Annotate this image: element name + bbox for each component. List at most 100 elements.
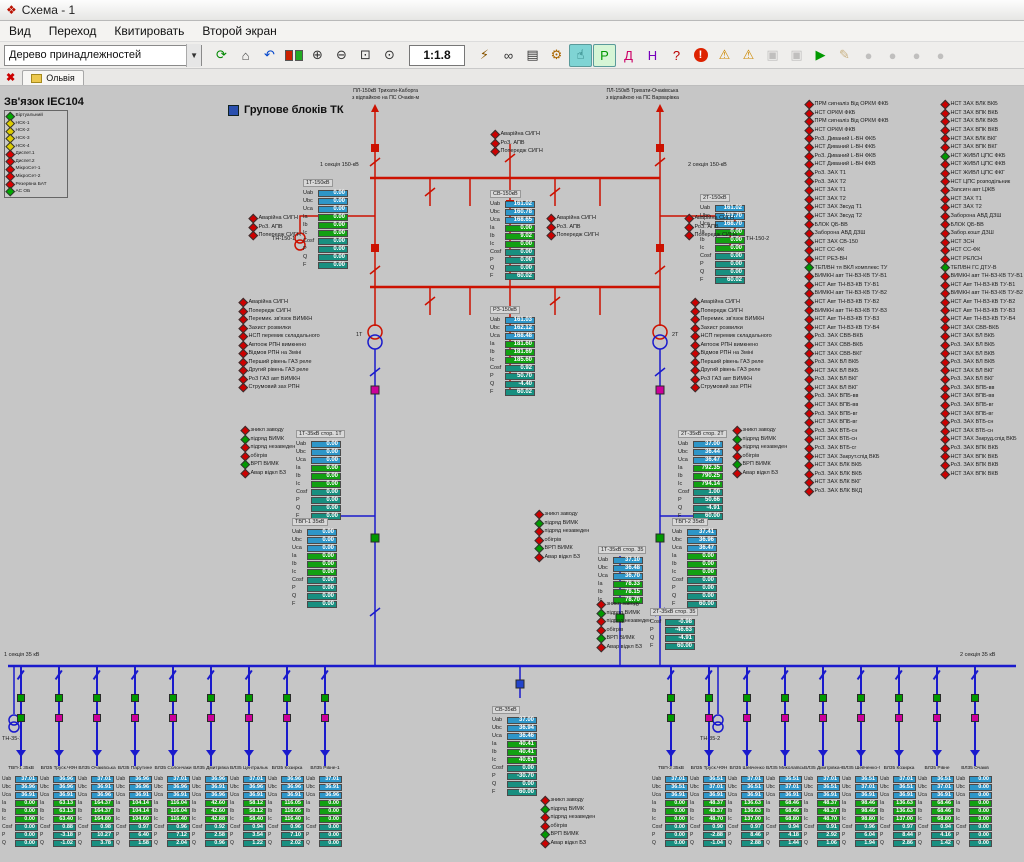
measurement-row: Uca36.91 xyxy=(116,791,154,799)
legend-item-label: Резервна БАТ xyxy=(16,182,47,187)
breaker-square[interactable] xyxy=(131,714,139,722)
breaker-square[interactable] xyxy=(169,694,177,702)
breaker-square[interactable] xyxy=(245,714,253,722)
zoom-in-icon[interactable]: ⊕ xyxy=(306,44,329,67)
breaker-square[interactable] xyxy=(667,714,675,722)
breaker-square[interactable] xyxy=(93,714,101,722)
zoom-out-icon[interactable]: ⊖ xyxy=(330,44,353,67)
breaker-square[interactable] xyxy=(857,714,865,722)
breaker-square[interactable] xyxy=(93,694,101,702)
alarm-item-label: підряд незаведен xyxy=(545,528,590,534)
help-icon[interactable]: ? xyxy=(665,44,688,67)
zoom-window-icon[interactable]: ⊙ xyxy=(378,44,401,67)
tree-selector[interactable]: Дерево принадлежностей ▼ xyxy=(4,45,202,66)
mute-d-icon: ● xyxy=(929,44,952,67)
breaker-square[interactable] xyxy=(55,714,63,722)
menu-vtoroy-ekran[interactable]: Второй экран xyxy=(193,22,285,40)
tab-olvia[interactable]: Ольвія xyxy=(22,70,84,85)
pan-hand-icon[interactable]: ☝ xyxy=(569,44,592,67)
close-schema-button[interactable]: ✖ xyxy=(4,73,17,85)
breaker-square[interactable] xyxy=(17,714,25,722)
measurement-value: 36.96 xyxy=(281,776,304,783)
measurement-value: -0.98 xyxy=(665,619,695,626)
equipment-label: 1Т-150кВ xyxy=(303,179,333,187)
chevron-down-icon[interactable]: ▼ xyxy=(186,44,201,67)
status-item: НСТ Диваний L-ВН ФКБ xyxy=(806,143,889,152)
measurement-key: P xyxy=(268,832,281,838)
breaker-square[interactable] xyxy=(971,714,979,722)
measurement-row: Uab161.03 xyxy=(490,316,535,324)
feeder-name: ВЛ35 Козирка xyxy=(268,766,306,775)
breaker-square[interactable] xyxy=(743,694,751,702)
menu-vid[interactable]: Вид xyxy=(0,22,40,40)
legend-item: Диспет.2 xyxy=(7,158,65,166)
measurement-value: 116.04 xyxy=(167,800,190,807)
alarm-item-label: обігрів xyxy=(251,453,268,459)
mode-d-icon[interactable]: Д xyxy=(617,44,640,67)
breaker-square[interactable] xyxy=(933,714,941,722)
breaker-square[interactable] xyxy=(283,694,291,702)
breaker-square[interactable] xyxy=(207,694,215,702)
measurement-row: Ic0.00 xyxy=(2,815,40,823)
printer-icon[interactable]: ▤ xyxy=(521,44,544,67)
breaker-square[interactable] xyxy=(971,694,979,702)
measurement-value: 104.14 xyxy=(129,808,152,815)
home-icon[interactable]: ⌂ xyxy=(234,44,257,67)
breaker-square[interactable] xyxy=(781,714,789,722)
breaker-square[interactable] xyxy=(857,694,865,702)
status-item: НСТ СС-ФК xyxy=(806,246,889,255)
measurement-key: Ic xyxy=(490,357,505,363)
breaker-square[interactable] xyxy=(705,714,713,722)
refresh-icon[interactable]: ⟳ xyxy=(210,44,233,67)
breaker-square[interactable] xyxy=(667,694,675,702)
zoom-fit-icon[interactable]: ⊡ xyxy=(354,44,377,67)
measurement-key: P xyxy=(78,832,91,838)
breaker-square[interactable] xyxy=(781,694,789,702)
status-item-label: НСТ ЗАХ ВЛК ВКГ xyxy=(815,479,862,485)
status-diamond-icon xyxy=(805,100,814,109)
measurement-value: 0.00 xyxy=(311,473,341,480)
breaker-square[interactable] xyxy=(933,694,941,702)
breaker-square[interactable] xyxy=(895,714,903,722)
plug-icon[interactable]: ⚡ xyxy=(473,44,496,67)
measurement-row: Q1.58 xyxy=(116,839,154,847)
measurement-value: 0.00 xyxy=(969,816,992,823)
breaker-square[interactable] xyxy=(55,694,63,702)
breaker-square[interactable] xyxy=(321,714,329,722)
tools-icon[interactable]: ⚙ xyxy=(545,44,568,67)
measurement-value: 0.00 xyxy=(307,601,337,608)
alarm-item: Попередж СИГН xyxy=(692,307,772,316)
breaker-square[interactable] xyxy=(819,714,827,722)
binoculars-icon[interactable]: ∞ xyxy=(497,44,520,67)
breaker-square[interactable] xyxy=(17,694,25,702)
status-item: НСТ ЗАХ ВЛК ВКГ xyxy=(806,478,889,487)
breaker-square[interactable] xyxy=(131,694,139,702)
measurement-row: Uca0.00 xyxy=(292,544,337,552)
measurement-value: 60.02 xyxy=(715,277,745,284)
menu-perehod[interactable]: Переход xyxy=(40,22,106,40)
breaker-square[interactable] xyxy=(705,694,713,702)
warning-ack-icon[interactable]: ⚠ xyxy=(713,44,736,67)
breaker-square[interactable] xyxy=(895,694,903,702)
led-toggle-icon[interactable] xyxy=(282,44,305,67)
breaker-square[interactable] xyxy=(283,714,291,722)
warning-list-icon[interactable]: ⚠ xyxy=(737,44,760,67)
breaker-square[interactable] xyxy=(245,694,253,702)
breaker-square[interactable] xyxy=(169,714,177,722)
mode-n-icon[interactable]: Н xyxy=(641,44,664,67)
alarm-item-label: Перший рівень ГАЗ реле xyxy=(701,359,764,365)
measurement-key: Uab xyxy=(598,557,613,563)
measurement-row: P4.18 xyxy=(766,831,804,839)
menu-kvitirovat[interactable]: Квитировать xyxy=(105,22,193,40)
measurement-value: 36.91 xyxy=(243,792,266,799)
breaker-square[interactable] xyxy=(743,714,751,722)
status-item: Запсигн авт ЦЖВ xyxy=(942,186,1023,195)
breaker-square[interactable] xyxy=(321,694,329,702)
breaker-square[interactable] xyxy=(819,694,827,702)
alarm-icon[interactable]: ! xyxy=(689,44,712,67)
mode-p-icon[interactable]: Р xyxy=(593,44,616,67)
undo-icon[interactable]: ↶ xyxy=(258,44,281,67)
alarm-diamond-icon xyxy=(535,510,544,519)
breaker-square[interactable] xyxy=(207,714,215,722)
start-icon[interactable]: ▶ xyxy=(809,44,832,67)
